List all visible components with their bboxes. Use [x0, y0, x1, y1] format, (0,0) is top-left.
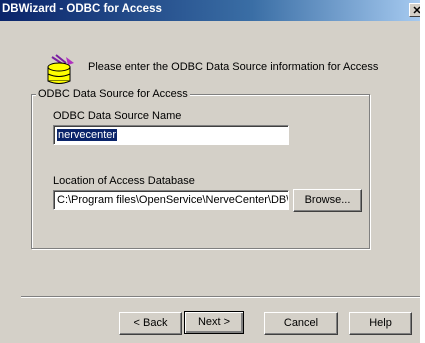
- cancel-button[interactable]: Cancel: [264, 312, 338, 335]
- dsn-label: ODBC Data Source Name: [53, 110, 182, 122]
- group-legend: ODBC Data Source for Access: [36, 88, 190, 100]
- db-location-value: C:\Program files\OpenService\NerveCenter…: [57, 194, 289, 206]
- back-button[interactable]: < Back: [119, 312, 182, 335]
- separator: [21, 296, 420, 298]
- browse-button[interactable]: Browse...: [293, 189, 362, 212]
- help-button[interactable]: Help: [349, 312, 412, 335]
- dbwizard-dialog: DBWizard - ODBC for Access ✕ Please ente…: [0, 0, 420, 343]
- database-wizard-icon: [47, 54, 74, 84]
- dsn-input[interactable]: nervecenter: [53, 125, 289, 145]
- close-button[interactable]: ✕: [409, 3, 420, 17]
- intro-text: Please enter the ODBC Data Source inform…: [88, 61, 379, 73]
- next-button[interactable]: Next >: [184, 311, 244, 334]
- db-location-input[interactable]: C:\Program files\OpenService\NerveCenter…: [53, 190, 289, 210]
- dsn-value: nervecenter: [57, 129, 118, 141]
- title-bar[interactable]: DBWizard - ODBC for Access: [0, 0, 420, 21]
- db-location-label: Location of Access Database: [53, 175, 195, 187]
- window-title: DBWizard - ODBC for Access: [2, 3, 162, 15]
